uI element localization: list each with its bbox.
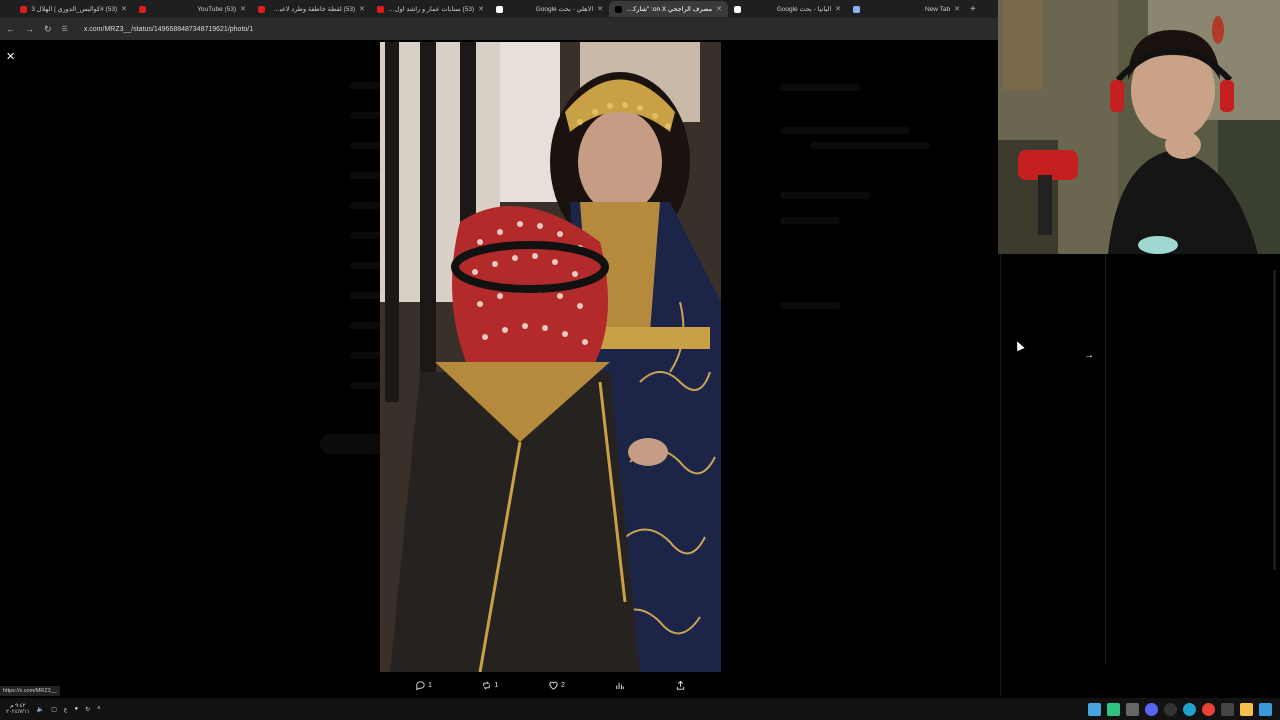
taskbar: ٩:٤٢ م ٢٠٢٤/٧/١١ 🔈 ▢ ع ● ↻ ˄ [0, 698, 1280, 720]
sync-icon[interactable]: ↻ [85, 706, 90, 713]
site-info-icon[interactable]: ☰ [62, 25, 68, 33]
tab-favicon-icon [377, 5, 384, 13]
like-button[interactable]: 2 [548, 680, 565, 691]
reload-icon[interactable]: ↻ [44, 24, 52, 35]
tab-strip: (53) #كواليس_الدوري | الهلال 3 ✕ (53) YouT… [0, 0, 1000, 18]
tab-title: (53) لقطة خاطفة وطرد لاعبي الند... [269, 6, 356, 13]
tab-close-icon[interactable]: ✕ [835, 5, 841, 13]
tab-close-icon[interactable]: ✕ [121, 5, 127, 13]
address-toolbar: ← → ↻ ☰ x.com/MRZ3__/status/149668848734… [0, 18, 1000, 40]
tab-favicon-icon [496, 5, 503, 13]
chevron-up-icon[interactable]: ˄ [97, 706, 101, 712]
tab-favicon-icon [258, 5, 265, 13]
language-indicator[interactable]: ع [64, 706, 68, 713]
browser-tab[interactable]: (53) #كواليس_الدوري | الهلال 3 ✕ [14, 1, 133, 17]
tab-close-icon[interactable]: ✕ [716, 5, 722, 13]
tab-favicon-icon [20, 5, 27, 13]
repost-icon [483, 681, 491, 689]
webcam-image [998, 0, 1280, 254]
share-icon [676, 680, 685, 690]
discord-icon[interactable] [1145, 702, 1158, 716]
obs-icon[interactable] [1164, 702, 1177, 716]
tab-close-icon[interactable]: ✕ [954, 5, 960, 13]
views-button[interactable] [614, 680, 625, 691]
chrome-icon[interactable] [1202, 702, 1215, 716]
photo-image [380, 42, 721, 672]
reply-count: 1 [428, 681, 432, 689]
browser-tab[interactable]: (53) سنابات عمار و راشد اول مرة...✕ [371, 1, 490, 17]
new-tab-button[interactable]: + [970, 4, 976, 15]
post-action-bar: 1 1 2 [380, 676, 721, 694]
like-count: 2 [560, 681, 565, 689]
tab-title: مصرف الراجحي on X: "شاركنا بد [626, 6, 713, 13]
edge-icon[interactable] [1183, 702, 1196, 716]
tab-favicon-icon [139, 5, 146, 13]
right-panel [1000, 254, 1280, 696]
scrollbar[interactable] [1273, 270, 1276, 570]
tab-close-icon[interactable]: ✕ [240, 5, 246, 13]
browser-tab[interactable]: مصرف الراجحي on X: "شاركنا بد✕ [609, 1, 728, 17]
repost-count: 1 [494, 681, 499, 689]
clock-date: ٢٠٢٤/٧/١١ [6, 709, 30, 715]
clock[interactable]: ٩:٤٢ م ٢٠٢٤/٧/١١ [6, 703, 30, 715]
tab-title: New Tab [924, 5, 951, 13]
browser-tab[interactable]: New Tab ✕ [847, 1, 966, 17]
status-link: https://x.com/MRZ3__ [0, 686, 60, 696]
heart-icon [549, 681, 558, 690]
tab-title: الاهلي - بحث Google [535, 6, 594, 13]
volume-icon[interactable]: 🔈 [37, 706, 44, 713]
app-green-icon[interactable] [1107, 702, 1120, 716]
webcam-overlay [998, 0, 1280, 254]
tab-favicon-icon [853, 5, 860, 13]
repost-button[interactable]: 1 [481, 680, 498, 691]
browser-tab[interactable]: (53) لقطة خاطفة وطرد لاعبي الند...✕ [252, 1, 371, 17]
back-icon[interactable]: ← [6, 24, 15, 34]
store-icon[interactable] [1221, 702, 1234, 716]
display-icon[interactable]: ▢ [51, 706, 57, 713]
address-bar[interactable]: x.com/MRZ3__/status/1496688487348719621/… [84, 26, 253, 33]
forward-icon[interactable]: → [25, 24, 34, 34]
share-button[interactable] [675, 680, 686, 691]
tab-close-icon[interactable]: ✕ [597, 5, 603, 13]
tab-favicon-icon [734, 5, 741, 13]
reply-button[interactable]: 1 [415, 680, 432, 691]
tab-title: (53) سنابات عمار و راشد اول مرة... [388, 6, 475, 13]
reply-icon [416, 680, 425, 690]
divider [1105, 254, 1106, 664]
notepad-icon[interactable] [1088, 702, 1101, 716]
browser-tab[interactable]: الاهلي - بحث Google ✕ [490, 1, 609, 17]
next-photo-button[interactable]: → [1084, 350, 1094, 361]
bar-chart-icon [616, 682, 625, 689]
file-explorer-icon[interactable] [1240, 702, 1253, 716]
tab-close-icon[interactable]: ✕ [359, 5, 365, 13]
browser-tab[interactable]: اليانيا - بحث Google ✕ [728, 1, 847, 17]
post-photo [380, 42, 721, 672]
browser-tab[interactable]: (53) YouTube ✕ [133, 1, 252, 17]
tab-title: (53) #كواليس_الدوري | الهلال 3 [31, 6, 118, 13]
close-viewer-button[interactable]: ✕ [6, 50, 15, 63]
mic-icon[interactable]: ● [75, 706, 79, 712]
start-icon[interactable] [1259, 702, 1272, 716]
tab-favicon-icon [615, 5, 622, 13]
settings-icon[interactable] [1126, 702, 1139, 716]
tab-close-icon[interactable]: ✕ [478, 5, 484, 13]
tab-title: (53) YouTube [197, 5, 237, 13]
tab-title: اليانيا - بحث Google [776, 6, 832, 13]
